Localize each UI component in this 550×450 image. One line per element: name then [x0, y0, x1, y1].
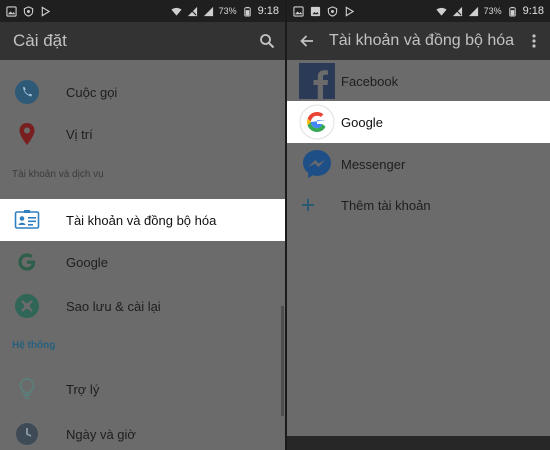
play-store-icon	[41, 5, 51, 17]
settings-item-label: Ngày và giờ	[66, 426, 136, 442]
wifi-icon	[171, 7, 182, 16]
page-title: Tài khoản và đồng bộ hóa	[329, 32, 515, 49]
facebook-icon	[299, 63, 335, 99]
scrollbar-thumb[interactable]	[281, 306, 284, 416]
accounts-sync-screen: 73% 9:18 Tài khoản và đồng bộ hóa Facebo…	[287, 0, 550, 450]
app-bar: Tài khoản và đồng bộ hóa	[287, 22, 550, 60]
plus-icon	[299, 187, 317, 223]
more-vertical-icon	[532, 34, 536, 48]
messenger-icon	[299, 146, 335, 182]
location-pin-icon	[14, 121, 40, 147]
google-icon	[299, 104, 335, 140]
settings-list: Cuộc gọi Vị trí Tài khoản và dịch vụ Tài…	[0, 60, 285, 450]
section-header-system: Hệ thống	[12, 340, 56, 351]
account-item-label: Facebook	[341, 73, 399, 89]
lightbulb-icon	[14, 376, 40, 402]
battery-icon	[243, 6, 251, 17]
add-account-button[interactable]: Thêm tài khoản	[287, 184, 550, 226]
shield-icon	[327, 5, 338, 17]
no-sim-icon	[452, 6, 462, 16]
account-item-messenger[interactable]: Messenger	[287, 143, 550, 185]
status-bar: 73% 9:18	[287, 0, 550, 22]
more-options-button[interactable]	[524, 31, 544, 51]
image-icon	[310, 6, 321, 16]
account-item-label: Thêm tài khoản	[341, 197, 431, 213]
signal-icon	[203, 6, 213, 16]
settings-item-label: Vị trí	[66, 126, 93, 142]
settings-item-label: Tài khoản và đồng bộ hóa	[66, 212, 217, 228]
account-item-facebook[interactable]: Facebook	[287, 60, 550, 102]
search-button[interactable]	[257, 31, 277, 51]
account-item-google[interactable]: Google	[287, 101, 550, 143]
accounts-list: Facebook Google Messenger Thêm tài khoản	[287, 60, 550, 450]
status-time: 9:18	[257, 5, 279, 17]
settings-item-accounts-sync[interactable]: Tài khoản và đồng bộ hóa	[0, 199, 285, 241]
play-store-icon	[345, 5, 355, 17]
settings-item-calls[interactable]: Cuộc gọi	[0, 71, 285, 113]
shield-icon	[23, 5, 34, 17]
search-icon	[260, 34, 275, 49]
gallery-icon	[6, 5, 17, 17]
settings-item-google[interactable]: Google	[0, 241, 285, 283]
battery-percentage: 73%	[483, 6, 502, 16]
account-card-icon	[14, 207, 40, 233]
account-item-label: Messenger	[341, 156, 406, 172]
signal-icon	[468, 6, 478, 16]
navigation-bar	[287, 436, 550, 450]
no-sim-icon	[187, 6, 197, 16]
settings-item-assistant[interactable]: Trợ lý	[0, 368, 285, 410]
settings-item-date-time[interactable]: Ngày và giờ	[0, 413, 285, 450]
settings-item-backup-reset[interactable]: Sao lưu & cài lại	[0, 285, 285, 327]
settings-item-label: Trợ lý	[66, 381, 100, 397]
account-item-label: Google	[341, 114, 383, 130]
app-bar: Cài đặt	[0, 22, 285, 60]
settings-screen: 73% 9:18 Cài đặt Cuộc gọi Vị trí Tài kho…	[0, 0, 285, 450]
battery-icon	[508, 6, 516, 17]
google-icon	[14, 249, 40, 275]
status-time: 9:18	[522, 5, 544, 17]
page-title: Cài đặt	[13, 31, 67, 50]
arrow-left-icon	[300, 35, 313, 47]
back-button[interactable]	[297, 31, 317, 51]
settings-item-label: Google	[66, 254, 108, 270]
settings-item-label: Sao lưu & cài lại	[66, 298, 161, 314]
wifi-icon	[436, 7, 447, 16]
settings-item-location[interactable]: Vị trí	[0, 113, 285, 155]
status-bar: 73% 9:18	[0, 0, 285, 22]
battery-percentage: 73%	[218, 6, 237, 16]
gallery-icon	[293, 5, 304, 17]
phone-icon	[14, 79, 40, 105]
backup-icon	[14, 293, 40, 319]
section-header-accounts: Tài khoản và dịch vụ	[12, 169, 104, 180]
settings-item-label: Cuộc gọi	[66, 84, 118, 100]
clock-icon	[14, 421, 40, 447]
